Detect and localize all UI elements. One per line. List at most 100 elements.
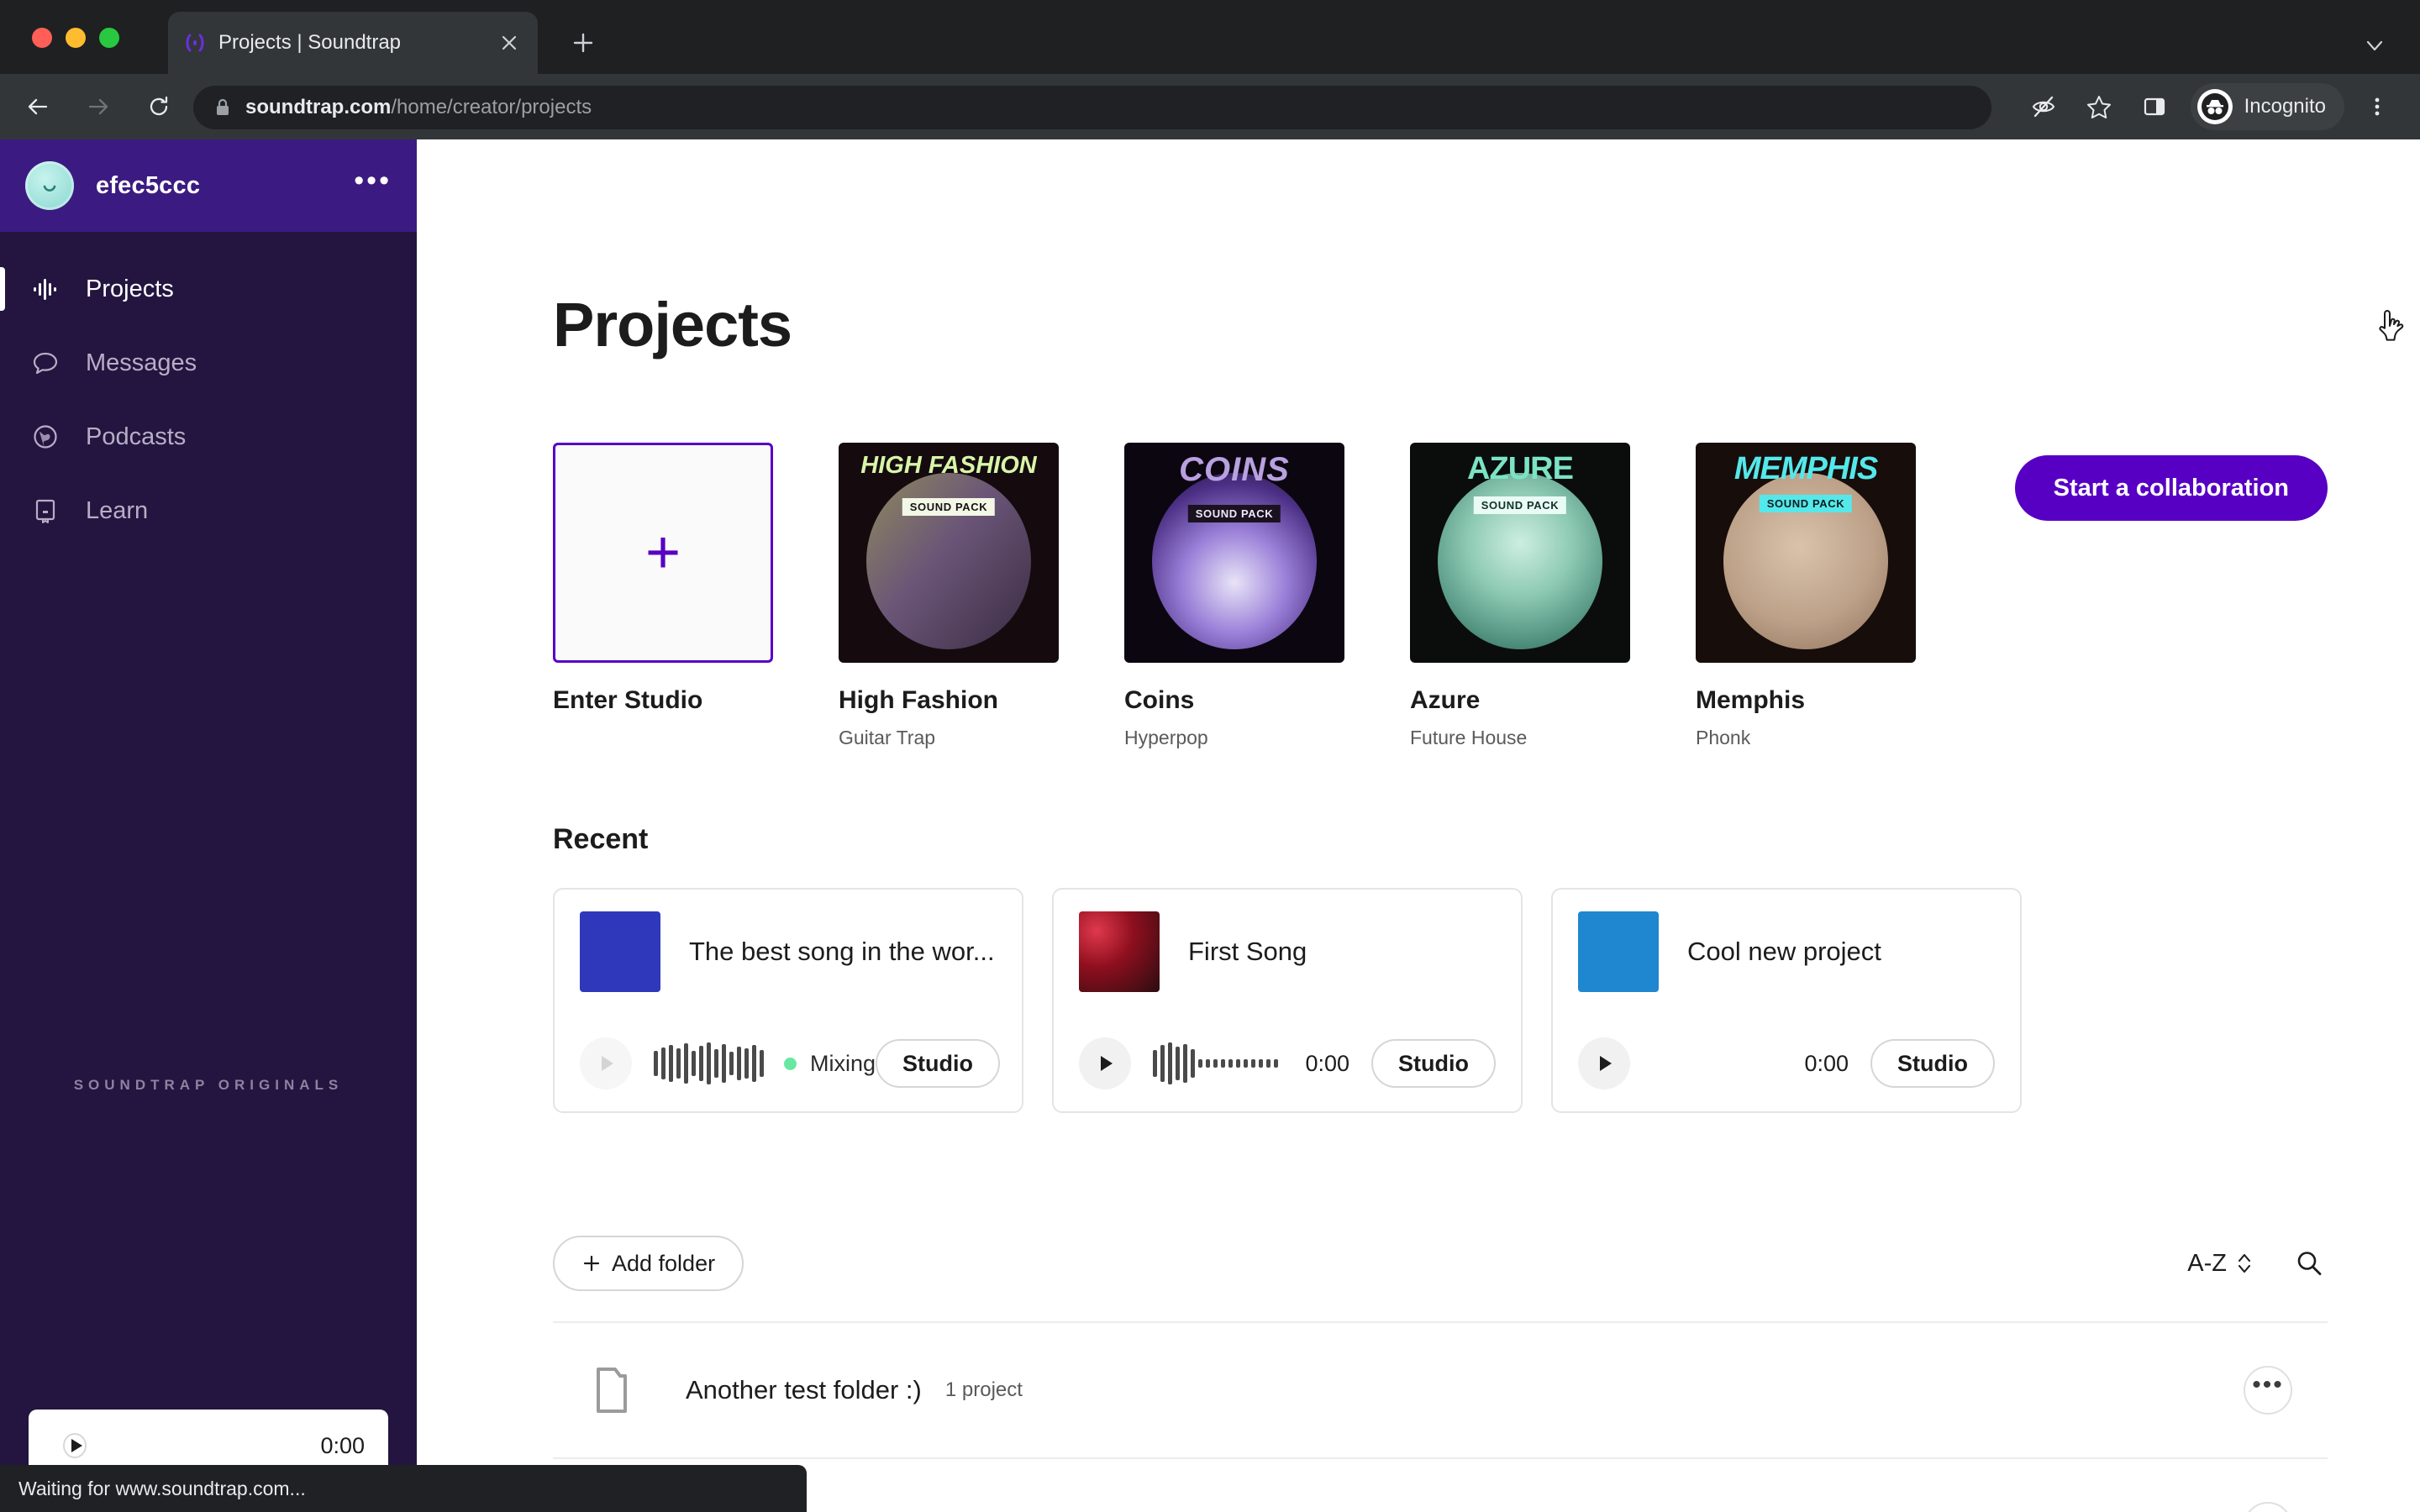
pack-artwork: COINS SOUND PACK xyxy=(1124,443,1344,663)
sidebar-nav: Projects Messages Podcasts Learn xyxy=(0,232,417,548)
recent-section-title: Recent xyxy=(553,823,649,855)
address-bar-url: soundtrap.com/home/creator/projects xyxy=(245,96,592,119)
close-window-button[interactable] xyxy=(32,28,52,48)
pack-name: Enter Studio xyxy=(553,686,703,714)
page-title: Projects xyxy=(553,290,792,360)
mini-player-time: 0:00 xyxy=(320,1432,365,1458)
plus-icon xyxy=(581,1253,602,1273)
sidebar-item-podcasts[interactable]: Podcasts xyxy=(0,400,417,474)
pack-card-memphis[interactable]: MEMPHIS SOUND PACK Memphis Phonk xyxy=(1696,443,1916,749)
new-tab-button[interactable] xyxy=(565,25,602,62)
minimize-window-button[interactable] xyxy=(66,28,86,48)
sound-pack-badge: SOUND PACK xyxy=(1187,505,1281,522)
sort-updown-icon xyxy=(2235,1251,2254,1276)
folder-tools: A-Z xyxy=(2187,1245,2328,1282)
pack-name: Coins xyxy=(1124,686,1195,714)
project-artwork xyxy=(1079,911,1160,992)
pack-artwork: HIGH FASHION SOUND PACK xyxy=(839,443,1059,663)
sidebar-item-learn[interactable]: Learn xyxy=(0,474,417,548)
waveform-preview xyxy=(654,1042,764,1085)
arrow-right-icon[interactable] xyxy=(76,84,121,129)
pack-card-azure[interactable]: AZURE SOUND PACK Azure Future House xyxy=(1410,443,1630,749)
url-host: soundtrap.com xyxy=(245,96,392,118)
recent-projects-list: The best song in the wor... Mixing Studi… xyxy=(553,888,2328,1113)
sidebar-item-messages[interactable]: Messages xyxy=(0,326,417,400)
studio-button[interactable]: Studio xyxy=(1870,1039,1995,1088)
url-path: /home/creator/projects xyxy=(391,96,592,118)
waveform-preview xyxy=(1153,1042,1278,1085)
folder-icon xyxy=(595,1366,649,1415)
close-icon[interactable] xyxy=(494,28,524,58)
address-bar[interactable]: soundtrap.com/home/creator/projects xyxy=(193,86,1991,129)
waveform-icon xyxy=(27,270,64,307)
sidebar-item-label: Messages xyxy=(86,349,197,376)
recent-project-card[interactable]: The best song in the wor... Mixing Studi… xyxy=(553,888,1023,1113)
browser-toolbar: soundtrap.com/home/creator/projects Inco… xyxy=(0,74,2420,139)
main-content: Projects Start a collaboration + Enter S… xyxy=(417,139,2420,1512)
pack-name: Azure xyxy=(1410,686,1481,714)
status-badge: Mixing xyxy=(810,1050,876,1076)
toolbar-right-group: Incognito xyxy=(2016,74,2420,139)
globe-icon xyxy=(27,418,64,455)
sort-toggle[interactable]: A-Z xyxy=(2187,1250,2254,1278)
avatar xyxy=(25,161,74,210)
kebab-menu-icon[interactable] xyxy=(2354,84,2400,129)
pack-art-title: MEMPHIS xyxy=(1733,451,1878,486)
folder-project-count: 1 project xyxy=(944,1378,1023,1401)
book-icon xyxy=(27,492,64,529)
pack-genre: Future House xyxy=(1410,727,1528,748)
maximize-window-button[interactable] xyxy=(99,28,119,48)
ellipsis-icon[interactable]: ••• xyxy=(2244,1366,2292,1415)
pack-card-enter-studio[interactable]: + Enter Studio xyxy=(553,443,773,749)
pack-card-coins[interactable]: COINS SOUND PACK Coins Hyperpop xyxy=(1124,443,1344,749)
play-icon[interactable] xyxy=(580,1037,632,1089)
recent-project-card[interactable]: Cool new project 0:00 Studio xyxy=(1551,888,2022,1113)
page-content: efec5ccc ••• Projects Messages Podcasts … xyxy=(0,139,2420,1512)
play-icon[interactable] xyxy=(1578,1037,1630,1089)
sound-pack-badge: SOUND PACK xyxy=(902,498,996,516)
pack-artwork: AZURE SOUND PACK xyxy=(1410,443,1630,663)
pack-genre: Hyperpop xyxy=(1124,727,1208,748)
side-panel-icon[interactable] xyxy=(2132,84,2177,129)
enter-studio-tile[interactable]: + xyxy=(553,443,773,663)
recent-project-card[interactable]: First Song 0:00 Studio xyxy=(1052,888,1523,1113)
pack-card-high-fashion[interactable]: HIGH FASHION SOUND PACK High Fashion Gui… xyxy=(839,443,1059,749)
sidebar-username: efec5ccc xyxy=(96,171,201,199)
eye-slash-icon[interactable] xyxy=(2021,84,2066,129)
play-icon[interactable] xyxy=(52,1423,97,1468)
browser-tab[interactable]: Projects | Soundtrap xyxy=(168,12,538,74)
incognito-profile-chip[interactable]: Incognito xyxy=(2190,83,2344,130)
pack-art-title: COINS xyxy=(1179,451,1290,488)
ellipsis-icon[interactable]: ••• xyxy=(2244,1502,2292,1512)
sound-pack-badge: SOUND PACK xyxy=(1473,496,1567,514)
project-name: Cool new project xyxy=(1687,937,1881,966)
sidebar-item-label: Projects xyxy=(86,275,174,302)
table-row[interactable]: Another test folder :) 1 project ••• xyxy=(553,1321,2328,1457)
studio-button[interactable]: Studio xyxy=(1371,1039,1496,1088)
chevron-down-icon[interactable] xyxy=(2358,29,2391,62)
sidebar-item-projects[interactable]: Projects xyxy=(0,252,417,326)
incognito-icon xyxy=(2196,89,2233,124)
ellipsis-icon[interactable]: ••• xyxy=(354,166,392,199)
project-artwork xyxy=(580,911,660,992)
sidebar-item-label: Podcasts xyxy=(86,423,187,450)
reload-icon[interactable] xyxy=(136,84,182,129)
pack-art-title: HIGH FASHION xyxy=(860,452,1037,479)
plus-icon: + xyxy=(644,519,681,586)
folder-toolbar: Add folder A-Z xyxy=(553,1236,2328,1291)
start-collaboration-button[interactable]: Start a collaboration xyxy=(2014,455,2328,521)
pack-art-title: AZURE xyxy=(1467,451,1574,486)
search-icon[interactable] xyxy=(2291,1245,2328,1282)
add-folder-button[interactable]: Add folder xyxy=(553,1236,744,1291)
browser-window: Projects | Soundtrap soundtrap.com/home/… xyxy=(0,0,2420,1512)
star-icon[interactable] xyxy=(2076,84,2122,129)
status-dot xyxy=(784,1057,797,1070)
sidebar-user-header[interactable]: efec5ccc ••• xyxy=(0,139,417,232)
lock-icon xyxy=(212,97,234,118)
pack-name: High Fashion xyxy=(839,686,998,714)
arrow-left-icon[interactable] xyxy=(15,84,60,129)
sound-pack-badge: SOUND PACK xyxy=(1759,495,1853,512)
table-row[interactable]: Test Folder 1 project ••• xyxy=(553,1457,2328,1512)
studio-button[interactable]: Studio xyxy=(876,1039,1001,1088)
play-icon[interactable] xyxy=(1079,1037,1131,1089)
